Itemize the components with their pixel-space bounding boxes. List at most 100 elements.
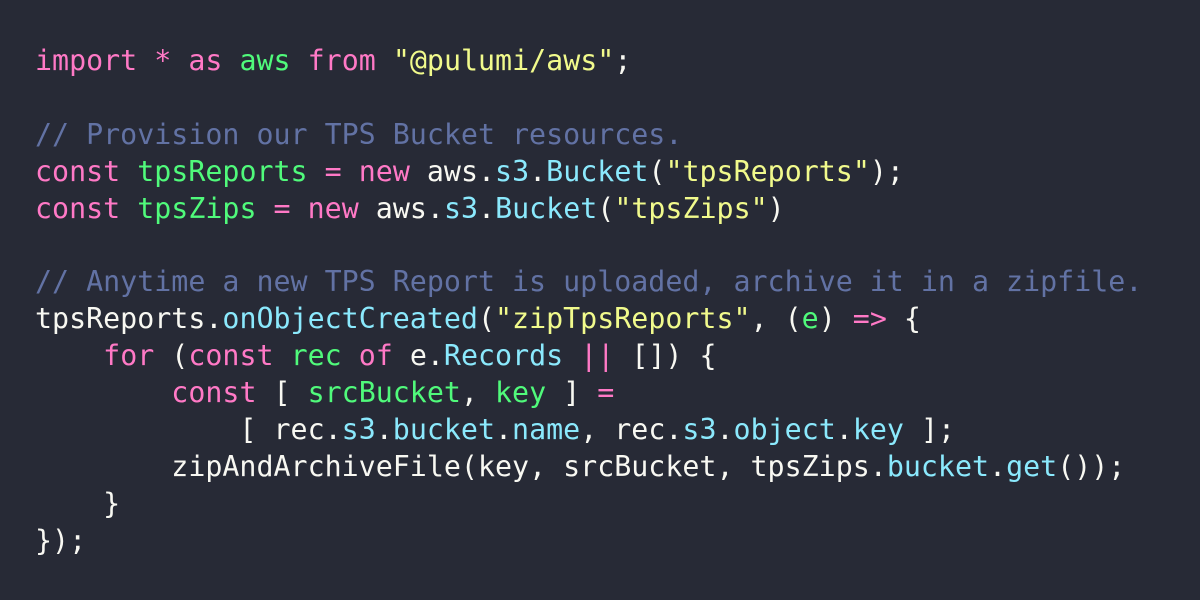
keyword-token: || bbox=[580, 339, 615, 373]
plain-token: . bbox=[375, 412, 393, 446]
plain-token: }); bbox=[35, 523, 87, 557]
keyword-token: new bbox=[358, 154, 410, 188]
plain-token: . bbox=[989, 449, 1007, 483]
code-line: tpsReports.onObjectCreated("zipTpsReport… bbox=[35, 301, 1142, 338]
plain-token: ) bbox=[767, 191, 785, 225]
keyword-token: for bbox=[103, 339, 155, 373]
property-token: name bbox=[512, 412, 581, 446]
plain-token: tpsReports. bbox=[35, 302, 223, 336]
plain-token: aws. bbox=[358, 191, 444, 225]
property-token: Records bbox=[443, 339, 564, 373]
plain-token: ()); bbox=[1057, 449, 1126, 483]
code-line: import * as aws from "@pulumi/aws"; bbox=[35, 43, 1142, 80]
identifier-token: e bbox=[801, 302, 819, 336]
keyword-token: import bbox=[35, 44, 138, 77]
comment-token: // Anytime a new TPS Report is uploaded,… bbox=[35, 265, 1143, 299]
keyword-token: const bbox=[171, 376, 257, 410]
identifier-token: tpsReports bbox=[137, 154, 308, 188]
string-token: "tpsZips" bbox=[614, 191, 768, 225]
code-line: // Provision our TPS Bucket resources. bbox=[35, 117, 1142, 154]
keyword-token: = bbox=[324, 154, 342, 188]
identifier-token: srcBucket bbox=[307, 376, 461, 410]
property-token: Bucket bbox=[495, 191, 598, 225]
code-line: for (const rec of e.Records || []) { bbox=[35, 338, 1142, 375]
plain-token: ( bbox=[648, 154, 666, 188]
code-line: // Anytime a new TPS Report is uploaded,… bbox=[35, 264, 1142, 301]
plain-token: ]; bbox=[903, 412, 956, 446]
keyword-token: = bbox=[597, 376, 615, 410]
property-token: s3 bbox=[341, 412, 376, 446]
property-token: Bucket bbox=[546, 154, 649, 188]
property-token: s3 bbox=[443, 191, 479, 225]
comment-token: // Provision our TPS Bucket resources. bbox=[35, 117, 683, 151]
keyword-token: as bbox=[188, 44, 223, 77]
plain-token: ) bbox=[818, 302, 853, 336]
plain-token: { bbox=[886, 302, 921, 336]
code-line: [ rec.s3.bucket.name, rec.s3.object.key … bbox=[35, 412, 1142, 449]
property-token: key bbox=[852, 412, 904, 446]
plain-token: zipAndArchiveFile(key, srcBucket, tpsZip… bbox=[35, 449, 887, 483]
keyword-token: new bbox=[307, 191, 359, 225]
plain-token: ); bbox=[869, 154, 904, 188]
plain-token: ( bbox=[597, 191, 615, 225]
plain-token: , ( bbox=[750, 302, 802, 336]
code-editor: import * as aws from "@pulumi/aws"; // P… bbox=[0, 0, 1200, 600]
plain-token: } bbox=[35, 486, 121, 520]
identifier-token: key bbox=[495, 376, 547, 410]
plain-token: ; bbox=[614, 44, 632, 77]
plain-token: . bbox=[835, 412, 853, 446]
property-token: onObjectCreated bbox=[222, 302, 478, 336]
property-token: s3 bbox=[682, 412, 717, 446]
property-token: get bbox=[1006, 449, 1058, 483]
keyword-token: const bbox=[35, 191, 121, 225]
keyword-token: from bbox=[307, 44, 376, 77]
identifier-token: aws bbox=[239, 44, 291, 77]
string-token: "@pulumi/aws" bbox=[392, 44, 615, 77]
plain-token: . bbox=[716, 412, 734, 446]
keyword-token: const bbox=[188, 339, 274, 373]
string-token: "tpsReports" bbox=[665, 154, 870, 188]
plain-token: ( bbox=[154, 339, 189, 373]
plain-token: []) { bbox=[614, 339, 717, 373]
plain-token: . bbox=[495, 412, 513, 446]
keyword-token: of bbox=[358, 339, 393, 373]
code-line: zipAndArchiveFile(key, srcBucket, tpsZip… bbox=[35, 449, 1142, 486]
keyword-token: = bbox=[273, 191, 291, 225]
string-token: "zipTpsReports" bbox=[495, 302, 751, 336]
code-line: const tpsReports = new aws.s3.Bucket("tp… bbox=[35, 154, 1142, 191]
plain-token: [ bbox=[256, 376, 308, 410]
code-line: } bbox=[35, 486, 1142, 523]
property-token: bucket bbox=[392, 412, 495, 446]
code-line: }); bbox=[35, 523, 1142, 560]
plain-token: ( bbox=[477, 302, 495, 336]
property-token: s3 bbox=[495, 154, 530, 188]
keyword-token: * bbox=[154, 44, 172, 77]
plain-token: . bbox=[478, 191, 496, 225]
identifier-token: tpsZips bbox=[137, 191, 257, 225]
code-block[interactable]: import * as aws from "@pulumi/aws"; // P… bbox=[35, 43, 1142, 559]
plain-token: ] bbox=[546, 376, 598, 410]
code-line: const tpsZips = new aws.s3.Bucket("tpsZi… bbox=[35, 191, 1142, 228]
plain-token: e. bbox=[392, 339, 444, 373]
plain-token: , rec. bbox=[580, 412, 683, 446]
plain-token: , bbox=[460, 376, 495, 410]
identifier-token: rec bbox=[290, 339, 342, 373]
